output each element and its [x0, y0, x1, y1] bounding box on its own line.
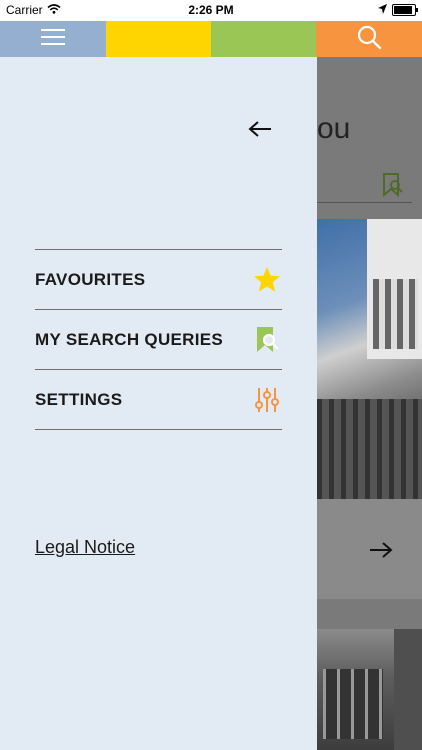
- background-photo-2: [317, 629, 422, 750]
- bookmark-search-icon: [252, 325, 282, 355]
- hamburger-menu-icon: [41, 28, 65, 51]
- back-arrow-icon: [248, 121, 272, 142]
- legal-notice-link[interactable]: Legal Notice: [35, 537, 135, 558]
- menu-button[interactable]: [0, 21, 106, 71]
- side-drawer: FAVOURITES MY SEARCH QUERIES SETTINGS Le…: [0, 57, 317, 750]
- location-arrow-icon: [378, 3, 387, 17]
- battery-icon: [392, 4, 418, 16]
- menu-item-label: SETTINGS: [35, 389, 123, 409]
- top-color-bar: [0, 21, 422, 71]
- status-bar: Carrier 2:26 PM: [0, 0, 422, 21]
- background-title: ou: [317, 112, 351, 145]
- menu-item-label: FAVOURITES: [35, 269, 146, 289]
- background-building-photo: [317, 219, 422, 499]
- nav-tab-green[interactable]: [211, 21, 316, 57]
- menu-item-my-search-queries[interactable]: MY SEARCH QUERIES: [35, 310, 282, 370]
- sliders-icon: [252, 385, 282, 415]
- nav-tab-yellow[interactable]: [106, 21, 211, 57]
- background-bookmark-search-icon: [382, 173, 404, 202]
- background-page: ou: [317, 57, 422, 750]
- status-right: [378, 3, 418, 17]
- menu-item-settings[interactable]: SETTINGS: [35, 370, 282, 430]
- background-search-row: [317, 167, 412, 203]
- star-icon: [252, 265, 282, 295]
- search-button[interactable]: [316, 21, 422, 57]
- status-time: 2:26 PM: [188, 3, 234, 17]
- search-icon: [356, 24, 382, 55]
- menu-item-favourites[interactable]: FAVOURITES: [35, 250, 282, 310]
- close-drawer-button[interactable]: [248, 115, 278, 143]
- drawer-menu-list: FAVOURITES MY SEARCH QUERIES SETTINGS: [35, 249, 282, 430]
- menu-item-label: MY SEARCH QUERIES: [35, 329, 224, 349]
- forward-arrow-icon: [369, 535, 393, 566]
